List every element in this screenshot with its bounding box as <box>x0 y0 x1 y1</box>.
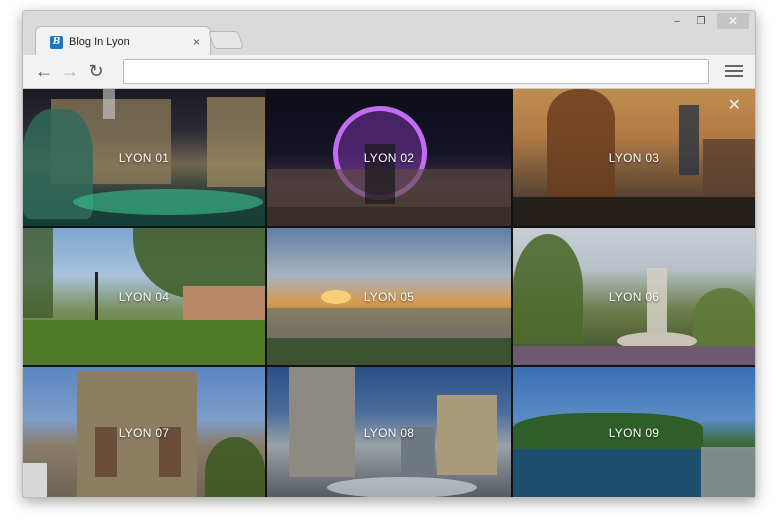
tile-label: LYON 08 <box>363 425 415 440</box>
tile-label: LYON 03 <box>608 150 660 165</box>
tile-label: LYON 07 <box>118 425 170 440</box>
gallery-tile-lyon-06[interactable]: LYON 06 <box>513 228 755 365</box>
photo-grid: LYON 01 LYON 02 ✕ LYON 03 LYON 04 LYON 0… <box>23 89 755 497</box>
gallery-tile-lyon-05[interactable]: LYON 05 <box>267 228 511 365</box>
tile-label: LYON 02 <box>363 150 415 165</box>
gallery-tile-lyon-01[interactable]: LYON 01 <box>23 89 265 226</box>
gallery-tile-lyon-03[interactable]: ✕ LYON 03 <box>513 89 755 226</box>
gallery-tile-lyon-04[interactable]: LYON 04 <box>23 228 265 365</box>
reload-icon[interactable]: ↻ <box>83 59 109 85</box>
maximize-icon[interactable]: ❐ <box>689 13 713 29</box>
minimize-icon[interactable]: – <box>665 13 689 29</box>
gallery-tile-lyon-09[interactable]: LYON 09 <box>513 367 755 497</box>
address-bar-input[interactable] <box>123 59 709 84</box>
tile-label: LYON 04 <box>118 289 170 304</box>
window-controls: – ❐ ✕ <box>665 13 749 29</box>
back-arrow-icon[interactable]: ← <box>31 59 57 85</box>
tile-label: LYON 09 <box>608 425 660 440</box>
tab-close-icon[interactable]: × <box>193 35 200 49</box>
browser-toolbar: ← → ↻ <box>23 55 755 89</box>
tab-blog-in-lyon[interactable]: B Blog In Lyon × <box>35 26 211 57</box>
tile-label: LYON 01 <box>118 150 170 165</box>
title-bar: B Blog In Lyon × – ❐ ✕ <box>23 11 755 57</box>
close-window-icon[interactable]: ✕ <box>717 13 749 29</box>
forward-arrow-icon[interactable]: → <box>57 59 83 85</box>
browser-window: B Blog In Lyon × – ❐ ✕ ← → ↻ LYON 01 LYO… <box>22 10 756 498</box>
new-tab-button[interactable] <box>208 31 244 49</box>
tile-label: LYON 06 <box>608 289 660 304</box>
tab-title: Blog In Lyon <box>69 36 130 48</box>
blog-favicon-icon: B <box>50 35 63 49</box>
gallery-tile-lyon-08[interactable]: LYON 08 <box>267 367 511 497</box>
menu-icon[interactable] <box>725 61 743 81</box>
close-gallery-icon[interactable]: ✕ <box>728 95 741 115</box>
gallery-content: LYON 01 LYON 02 ✕ LYON 03 LYON 04 LYON 0… <box>23 89 755 497</box>
gallery-tile-lyon-02[interactable]: LYON 02 <box>267 89 511 226</box>
gallery-tile-lyon-07[interactable]: LYON 07 <box>23 367 265 497</box>
tile-label: LYON 05 <box>363 289 415 304</box>
